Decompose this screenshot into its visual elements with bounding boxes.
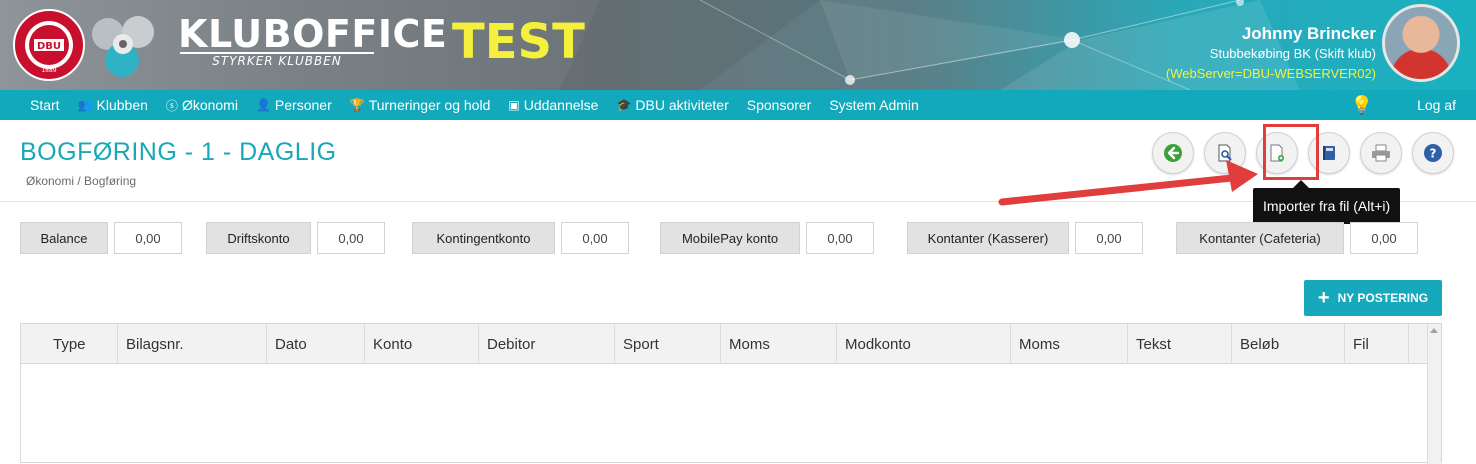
nav-klubben[interactable]: 👥 Klubben: [78, 97, 148, 113]
nav-sponsorer[interactable]: Sponsorer: [747, 97, 812, 113]
print-button[interactable]: [1360, 132, 1402, 174]
col-moms[interactable]: Moms: [721, 324, 837, 364]
user-name: Johnny Brincker: [1241, 24, 1376, 43]
nav-uddannelse[interactable]: ▣ Uddannelse: [508, 97, 598, 113]
document-search-icon: [1218, 144, 1232, 162]
nav-start[interactable]: Start: [30, 97, 60, 113]
account-label: Kontingentkonto: [412, 222, 555, 254]
nav-right: 💡 Log af: [1351, 90, 1456, 120]
plus-icon: +: [1317, 287, 1330, 309]
scroll-up-icon[interactable]: [1430, 328, 1438, 333]
brand-title: KLUBOFFICE: [178, 12, 448, 56]
header-banner: DBU 1889 KLUBOFFICE STYRKER KLUBBEN TEST…: [0, 0, 1476, 90]
nav-dbu-aktiviteter-label: DBU aktiviteter: [635, 97, 729, 113]
account-kontanter-kasserer: Kontanter (Kasserer) 0,00: [907, 222, 1143, 254]
account-value: 0,00: [317, 222, 385, 254]
nav-klubben-label: Klubben: [96, 97, 148, 113]
col-tekst[interactable]: Tekst: [1128, 324, 1232, 364]
logout-link[interactable]: Log af: [1417, 97, 1456, 113]
lightbulb-icon[interactable]: 💡: [1351, 95, 1373, 116]
account-value: 0,00: [1075, 222, 1143, 254]
account-value: 0,00: [114, 222, 182, 254]
breadcrumb[interactable]: Økonomi / Bogføring: [26, 174, 136, 188]
col-konto[interactable]: Konto: [365, 324, 479, 364]
club-logo: [92, 16, 154, 77]
col-dato[interactable]: Dato: [267, 324, 365, 364]
nav-sponsorer-label: Sponsorer: [746, 97, 812, 113]
col-sport[interactable]: Sport: [615, 324, 721, 364]
help-icon: ?: [1424, 144, 1442, 162]
graduation-cap-icon: 🎓: [616, 98, 632, 112]
dbu-logo: DBU 1889: [13, 9, 85, 81]
main-nav: Start 👥 Klubben ⓢ Økonomi 👤 Personer 🏆 Turne…: [0, 90, 1476, 120]
avatar[interactable]: [1382, 4, 1460, 82]
account-mobilepay: MobilePay konto 0,00: [660, 222, 874, 254]
printer-icon: [1372, 144, 1390, 162]
account-balance: Balance 0,00: [20, 222, 182, 254]
help-button[interactable]: ?: [1412, 132, 1454, 174]
account-summary: Balance 0,00 Driftskonto 0,00 Kontingent…: [20, 222, 1456, 254]
col-fil[interactable]: Fil: [1345, 324, 1409, 364]
table-scrollbar[interactable]: [1427, 324, 1441, 464]
account-value: 0,00: [561, 222, 629, 254]
nav-dbu-aktiviteter[interactable]: 🎓 DBU aktiviteter: [616, 97, 728, 113]
person-icon: 👤: [255, 98, 271, 112]
user-club-switch[interactable]: Stubbekøbing BK (Skift klub): [1166, 44, 1376, 64]
col-type[interactable]: Type: [21, 324, 118, 364]
account-kontanter-cafeteria: Kontanter (Cafeteria) 0,00: [1176, 222, 1418, 254]
nav-okonomi-label: Økonomi: [181, 97, 238, 113]
account-label: Balance: [20, 222, 108, 254]
environment-label: TEST: [452, 14, 585, 70]
account-label: MobilePay konto: [660, 222, 800, 254]
account-kontingentkonto: Kontingentkonto 0,00: [412, 222, 629, 254]
table-header: Type Bilagsnr. Dato Konto Debitor Sport …: [21, 324, 1441, 364]
nav-turneringer[interactable]: 🏆 Turneringer og hold: [350, 97, 491, 113]
new-posting-button[interactable]: + NY POSTERING: [1304, 280, 1442, 316]
coin-icon: ⓢ: [165, 98, 178, 113]
people-icon: 👥: [77, 98, 93, 112]
nav-turneringer-label: Turneringer og hold: [368, 97, 491, 113]
page-title: BOGFØRING - 1 - DAGLIG: [20, 138, 337, 166]
tooltip-import: Importer fra fil (Alt+i): [1253, 180, 1401, 224]
presentation-icon: ▣: [508, 98, 520, 112]
nav-start-label: Start: [30, 97, 60, 113]
nav-personer-label: Personer: [274, 97, 332, 113]
postings-table: Type Bilagsnr. Dato Konto Debitor Sport …: [20, 323, 1442, 464]
nav-uddannelse-label: Uddannelse: [523, 97, 599, 113]
trophy-icon: 🏆: [349, 98, 365, 112]
account-value: 0,00: [806, 222, 874, 254]
col-belob[interactable]: Beløb: [1232, 324, 1345, 364]
search-document-button[interactable]: [1204, 132, 1246, 174]
col-modkonto[interactable]: Modkonto: [837, 324, 1011, 364]
account-value: 0,00: [1350, 222, 1418, 254]
col-bilagsnr[interactable]: Bilagsnr.: [118, 324, 267, 364]
svg-text:DBU: DBU: [37, 41, 61, 52]
nav-system-admin-label: System Admin: [829, 97, 919, 113]
svg-text:1889: 1889: [41, 67, 56, 74]
account-label: Driftskonto: [206, 222, 311, 254]
user-info: Johnny Brincker Stubbekøbing BK (Skift k…: [1166, 24, 1376, 84]
svg-text:?: ?: [1430, 147, 1437, 161]
import-highlight-box: [1263, 124, 1319, 180]
brand-slogan: STYRKER KLUBBEN: [180, 52, 374, 68]
back-button[interactable]: [1152, 132, 1194, 174]
new-posting-label: NY POSTERING: [1337, 291, 1429, 305]
account-driftskonto: Driftskonto 0,00: [206, 222, 385, 254]
col-debitor[interactable]: Debitor: [479, 324, 615, 364]
nav-personer[interactable]: 👤 Personer: [256, 97, 332, 113]
account-label: Kontanter (Kasserer): [907, 222, 1069, 254]
arrow-left-icon: [1164, 144, 1182, 162]
col-moms-2[interactable]: Moms: [1011, 324, 1128, 364]
book-icon: [1323, 146, 1335, 160]
webserver-label: (WebServer=DBU-WEBSERVER02): [1165, 66, 1376, 81]
nav-system-admin[interactable]: System Admin: [829, 97, 918, 113]
brand: KLUBOFFICE STYRKER KLUBBEN: [178, 12, 447, 68]
account-label: Kontanter (Cafeteria): [1176, 222, 1344, 254]
nav-okonomi[interactable]: ⓢ Økonomi: [166, 97, 238, 114]
